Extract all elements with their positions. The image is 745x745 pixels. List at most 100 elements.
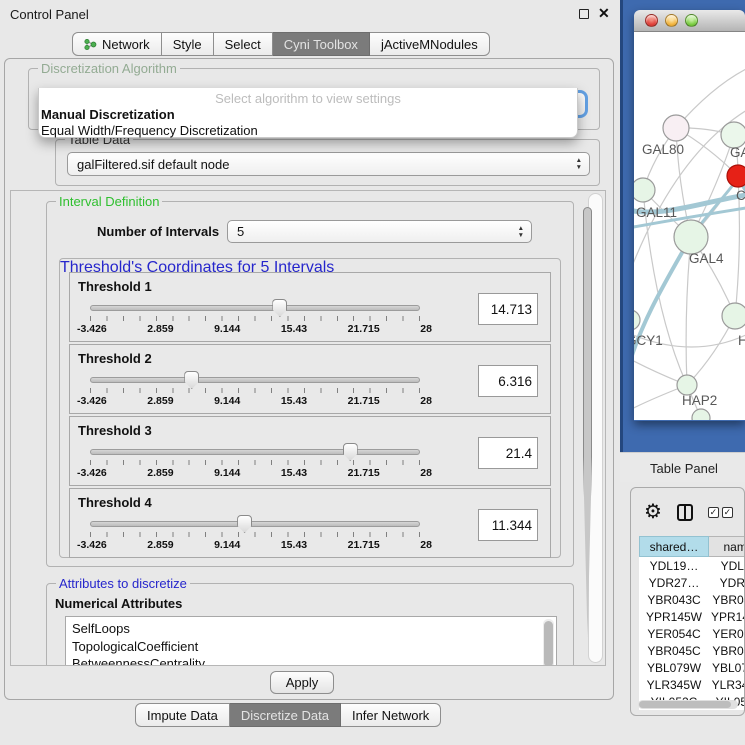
cell[interactable]: YER054C — [639, 625, 709, 642]
list-scrollbar-thumb[interactable] — [544, 621, 553, 666]
network-canvas[interactable]: GAL80 GA C GAL11 GAL4 GCY1 H HAP2 — [634, 32, 745, 420]
cell[interactable]: YLR345W — [639, 676, 709, 693]
window-minimize-icon[interactable] — [665, 14, 678, 27]
tab-discretize-data[interactable]: Discretize Data — [230, 703, 341, 727]
threshold-4-slider[interactable]: -3.426 2.859 9.144 15.43 21.715 28 — [90, 521, 420, 551]
table-row[interactable]: YBR045CYBR045C — [639, 642, 745, 659]
checkbox-icons: ✓ ✓ — [708, 507, 733, 518]
settings-vertical-scrollbar[interactable] — [588, 193, 603, 663]
threshold-3-slider[interactable]: -3.426 2.859 9.144 15.43 21.715 28 — [90, 449, 420, 479]
list-item[interactable]: BetweennessCentrality — [72, 655, 550, 666]
checkbox-icon[interactable]: ✓ — [708, 507, 719, 518]
cell[interactable]: YPR145W — [709, 608, 745, 625]
slider-ticks — [90, 460, 420, 465]
tab-network[interactable]: Network — [72, 32, 162, 56]
cell[interactable]: YDR27 — [709, 574, 745, 591]
tab-impute-data[interactable]: Impute Data — [135, 703, 230, 727]
table-row[interactable]: YDL19…YDL19 — [639, 557, 745, 574]
network-window-titlebar[interactable] — [634, 10, 745, 32]
slider-thumb[interactable] — [237, 515, 252, 533]
float-window-icon[interactable] — [579, 9, 589, 19]
node-partial-right[interactable] — [722, 303, 745, 329]
slider-thumb[interactable] — [272, 299, 287, 317]
split-columns-icon[interactable] — [677, 504, 693, 521]
node-partial-bottom[interactable] — [692, 409, 710, 420]
column-header-shared-name[interactable]: shared… — [639, 536, 709, 557]
numerical-attributes-heading: Numerical Attributes — [55, 596, 182, 611]
threshold-1-slider[interactable]: -3.426 2.859 9.144 15.43 21.715 28 — [90, 305, 420, 335]
table-row[interactable]: YBL079WYBL079W — [639, 659, 745, 676]
tick-label: 21.715 — [348, 323, 380, 335]
option-manual-discretization[interactable]: Manual Discretization — [39, 107, 577, 123]
table-row[interactable]: YDR27…YDR27 — [639, 574, 745, 591]
cell[interactable]: YER054C — [709, 625, 745, 642]
tick-label: 9.144 — [214, 395, 240, 407]
cell[interactable]: YLR345W — [709, 676, 745, 693]
threshold-1-value-field[interactable]: 14.713 — [478, 293, 538, 325]
table-row[interactable]: YLR345WYLR345W — [639, 676, 745, 693]
cell[interactable]: YDR27… — [639, 574, 709, 591]
scrollbar-thumb[interactable] — [639, 701, 731, 708]
list-scrollbar[interactable] — [543, 619, 554, 666]
table-horizontal-scrollbar[interactable] — [638, 700, 738, 709]
cell[interactable]: YBL079W — [709, 659, 745, 676]
attributes-group-title: Attributes to discretize — [56, 576, 190, 591]
tick-label: 15.43 — [281, 323, 307, 335]
apply-button[interactable]: Apply — [270, 671, 334, 694]
cell[interactable]: YBR045C — [709, 642, 745, 659]
scrollbar-thumb[interactable] — [583, 207, 592, 637]
close-icon[interactable]: ✕ — [598, 5, 610, 22]
slider-track[interactable] — [90, 521, 420, 527]
checkbox-icon[interactable]: ✓ — [722, 507, 733, 518]
slider-track[interactable] — [90, 377, 420, 383]
tab-infer-network[interactable]: Infer Network — [341, 703, 441, 727]
cell[interactable]: YPR145W — [639, 608, 709, 625]
window-zoom-icon[interactable] — [685, 14, 698, 27]
slider-thumb[interactable] — [184, 371, 199, 389]
algorithm-dropdown-popup: Select algorithm to view settings Manual… — [38, 88, 578, 138]
option-equal-width-frequency[interactable]: Equal Width/Frequency Discretization — [39, 123, 577, 139]
tab-style[interactable]: Style — [162, 32, 214, 56]
gear-icon[interactable]: ⚙ — [644, 502, 662, 522]
cell[interactable]: YDL19 — [709, 557, 745, 574]
node-hap2[interactable] — [677, 375, 697, 395]
node-label-gal11: GAL11 — [636, 205, 677, 220]
table-data-combobox[interactable]: galFiltered.sif default node ▲▼ — [67, 152, 590, 176]
list-item[interactable]: TopologicalCoefficient — [72, 638, 550, 656]
list-item[interactable]: SelfLoops — [72, 620, 550, 638]
threshold-4-value-field[interactable]: 11.344 — [478, 509, 538, 541]
number-of-intervals-combobox[interactable]: 5 ▲▼ — [227, 220, 532, 243]
table-row[interactable]: YBR043CYBR043C — [639, 591, 745, 608]
node-label-gcy1: GCY1 — [634, 333, 663, 348]
node-gal80[interactable] — [663, 115, 689, 141]
threshold-2-slider[interactable]: -3.426 2.859 9.144 15.43 21.715 28 — [90, 377, 420, 407]
tick-label: 15.43 — [281, 467, 307, 479]
slider-thumb[interactable] — [343, 443, 358, 461]
node-gcy1[interactable] — [634, 310, 640, 330]
window-close-icon[interactable] — [645, 14, 658, 27]
slider-ticks — [90, 316, 420, 321]
threshold-3-value-field[interactable]: 21.4 — [478, 437, 538, 469]
slider-track[interactable] — [90, 449, 420, 455]
tab-cyni-toolbox[interactable]: Cyni Toolbox — [273, 32, 370, 56]
node-gal11[interactable] — [634, 178, 655, 202]
node-label-gal80: GAL80 — [642, 142, 684, 157]
column-header-name[interactable]: name — [709, 536, 745, 557]
cell[interactable]: YBL079W — [639, 659, 709, 676]
panel-title: Control Panel — [10, 7, 89, 22]
tab-jactivemnodules[interactable]: jActiveMNodules — [370, 32, 490, 56]
table-row[interactable]: YER054CYER054C — [639, 625, 745, 642]
tick-label: 2.859 — [147, 539, 173, 551]
tick-label: 21.715 — [348, 539, 380, 551]
node-red-selected[interactable] — [727, 165, 745, 187]
table-row[interactable]: YPR145WYPR145W — [639, 608, 745, 625]
tab-select[interactable]: Select — [214, 32, 273, 56]
tick-label: 9.144 — [214, 539, 240, 551]
threshold-2-value-field[interactable]: 6.316 — [478, 365, 538, 397]
cell[interactable]: YBR043C — [639, 591, 709, 608]
node-gal4[interactable] — [674, 220, 708, 254]
slider-track[interactable] — [90, 305, 420, 311]
cell[interactable]: YDL19… — [639, 557, 709, 574]
cell[interactable]: YBR043C — [709, 591, 745, 608]
cell[interactable]: YBR045C — [639, 642, 709, 659]
